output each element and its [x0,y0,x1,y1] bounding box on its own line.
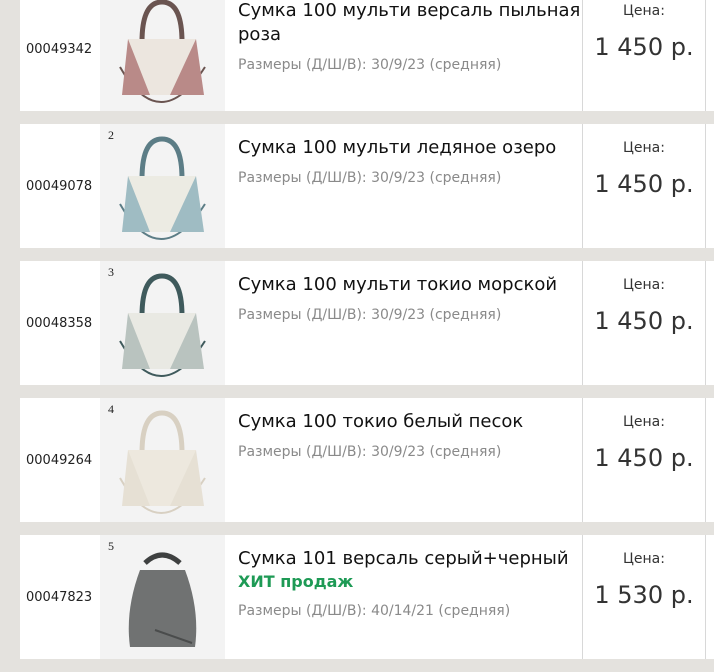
bag-image [119,273,206,377]
product-card[interactable]: 00049264 4 Сумка 100 токио белый песок Р… [8,398,714,522]
product-size: Размеры (Д/Ш/В): 30/9/23 (средняя) [238,57,502,73]
product-image[interactable]: 4 [100,398,225,522]
product-title[interactable]: Сумка 100 токио белый песок [238,410,582,434]
product-image[interactable]: 3 [100,261,225,385]
product-image[interactable]: 5 [100,535,225,659]
price-value: 1 530 р. [594,581,694,609]
product-size: Размеры (Д/Ш/В): 30/9/23 (средняя) [238,170,502,186]
bag-image [119,410,206,514]
price-label: Цена: [623,551,665,567]
product-title[interactable]: Сумка 101 версаль серый+черный [238,547,582,571]
product-code: 00047823 [26,589,93,605]
price-label: Цена: [623,414,665,430]
product-size: Размеры (Д/Ш/В): 30/9/23 (средняя) [238,307,502,323]
bag-image [119,136,206,240]
product-image[interactable]: 2 [100,124,225,248]
product-code: 00049078 [26,178,93,194]
product-code: 00048358 [26,315,93,331]
price-label: Цена: [623,3,665,19]
price-label: Цена: [623,277,665,293]
bag-image [128,552,197,647]
product-card[interactable]: 00049078 2 Сумка 100 мульти ледяное озер… [8,124,714,248]
price-value: 1 450 р. [594,170,694,198]
price-value: 1 450 р. [594,444,694,472]
price-label: Цена: [623,140,665,156]
product-title[interactable]: Сумка 100 мульти версаль пыльная роза [238,0,582,47]
product-code: 00049264 [26,452,93,468]
price-value: 1 450 р. [594,307,694,335]
product-list: 00049342 Сумка 100 мульти версаль пыльна… [8,0,714,672]
product-card[interactable]: 00048358 3 Сумка 100 мульти токио морско… [8,261,714,385]
product-size: Размеры (Д/Ш/В): 40/14/21 (средняя) [238,603,511,619]
product-card[interactable]: 00047823 5 Сумка 101 версаль серый+черны… [8,535,714,659]
hit-badge: ХИТ продаж [238,572,354,591]
product-image[interactable] [100,0,225,111]
product-title[interactable]: Сумка 100 мульти ледяное озеро [238,136,582,160]
product-size: Размеры (Д/Ш/В): 30/9/23 (средняя) [238,444,502,460]
bag-image [119,0,206,103]
price-value: 1 450 р. [594,33,694,61]
product-title[interactable]: Сумка 100 мульти токио морской [238,273,582,297]
product-code: 00049342 [26,41,93,57]
product-card[interactable]: 00049342 Сумка 100 мульти версаль пыльна… [8,0,714,111]
